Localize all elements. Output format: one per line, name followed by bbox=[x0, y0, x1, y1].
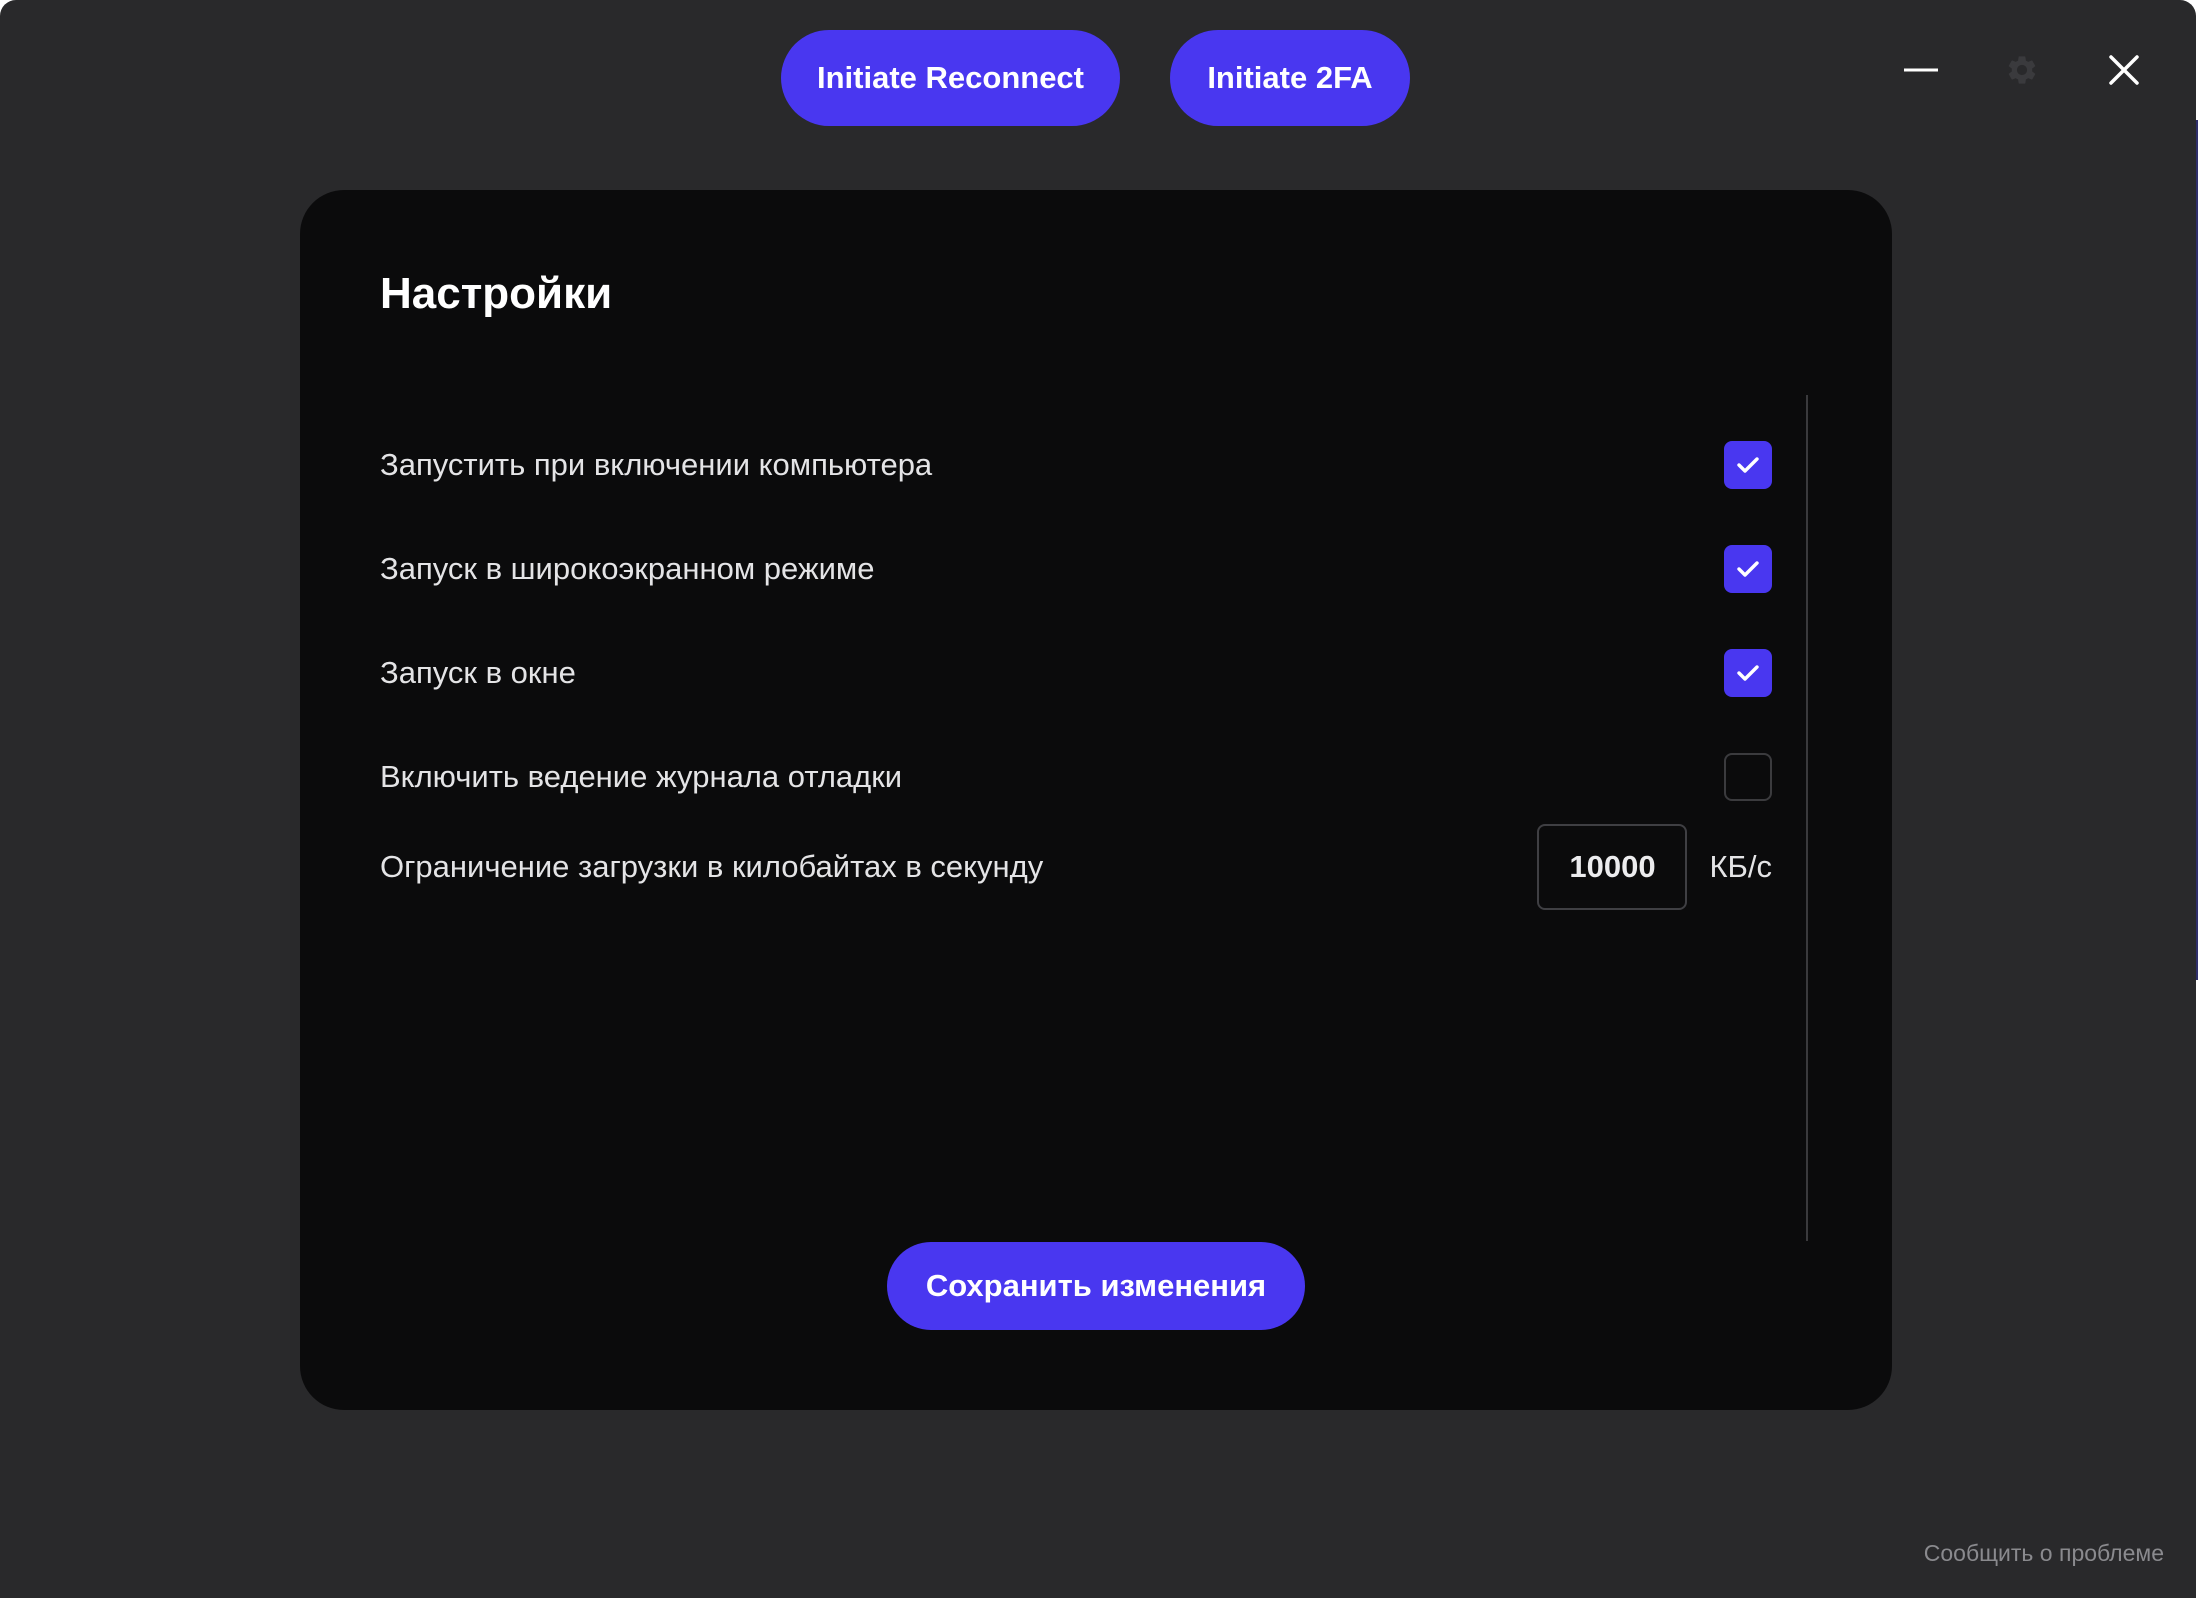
download-limit-unit: КБ/с bbox=[1709, 849, 1772, 884]
minimize-button[interactable] bbox=[1891, 40, 1951, 100]
option-label: Запуск в широкоэкранном режиме bbox=[380, 551, 875, 586]
close-button[interactable] bbox=[2094, 40, 2154, 100]
option-row-widescreen: Запуск в широкоэкранном режиме bbox=[380, 539, 1772, 599]
option-label: Включить ведение журнала отладки bbox=[380, 759, 903, 794]
minimize-icon bbox=[1904, 68, 1938, 72]
download-limit-input[interactable] bbox=[1537, 824, 1688, 910]
download-limit-label: Ограничение загрузки в килобайтах в секу… bbox=[380, 849, 1044, 884]
download-limit-control: КБ/с bbox=[1537, 824, 1772, 910]
option-label: Запуск в окне bbox=[380, 655, 576, 690]
initiate-reconnect-button[interactable]: Initiate Reconnect bbox=[781, 30, 1120, 126]
option-row-windowed: Запуск в окне bbox=[380, 643, 1772, 703]
option-row-autostart: Запустить при включении компьютера bbox=[380, 435, 1772, 495]
close-icon bbox=[2109, 55, 2139, 85]
settings-title: Настройки bbox=[380, 269, 613, 318]
checkmark-icon bbox=[1737, 561, 1759, 577]
download-limit-row: Ограничение загрузки в килобайтах в секу… bbox=[380, 824, 1772, 910]
initiate-2fa-button[interactable]: Initiate 2FA bbox=[1170, 30, 1410, 126]
autostart-checkbox[interactable] bbox=[1724, 441, 1772, 489]
option-row-debug-logging: Включить ведение журнала отладки bbox=[380, 747, 1772, 807]
checkmark-icon bbox=[1737, 457, 1759, 473]
debug-logging-checkbox[interactable] bbox=[1724, 753, 1772, 801]
settings-button[interactable] bbox=[1992, 40, 2052, 100]
option-label: Запустить при включении компьютера bbox=[380, 447, 933, 482]
gear-icon bbox=[2008, 56, 2036, 84]
report-problem-link[interactable]: Сообщить о проблеме bbox=[1924, 1540, 2164, 1567]
checkmark-icon bbox=[1737, 665, 1759, 681]
settings-panel: Настройки Запустить при включении компью… bbox=[300, 190, 1892, 1410]
windowed-checkbox[interactable] bbox=[1724, 649, 1772, 697]
widescreen-checkbox[interactable] bbox=[1724, 545, 1772, 593]
save-changes-button[interactable]: Сохранить изменения bbox=[887, 1242, 1305, 1330]
scrollbar[interactable] bbox=[1806, 395, 1808, 1241]
app-window: Initiate Reconnect Initiate 2FA Настройк… bbox=[0, 0, 2196, 1598]
